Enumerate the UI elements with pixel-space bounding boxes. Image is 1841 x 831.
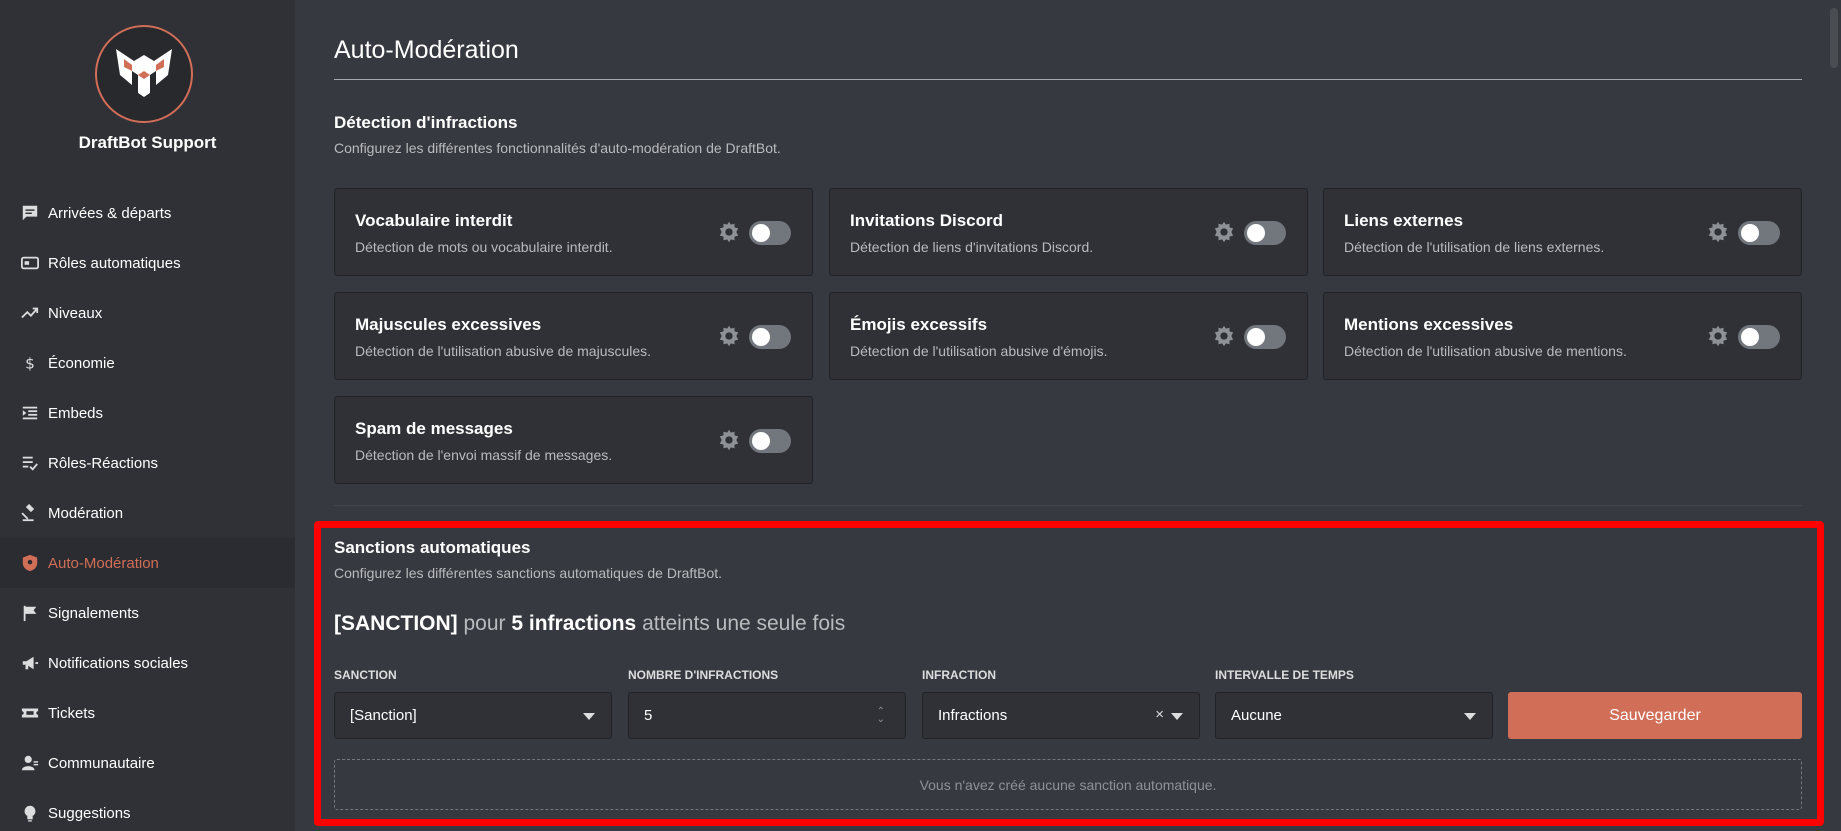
sidebar-item-label: Notifications sociales [48, 654, 189, 672]
lightbulb-icon [20, 803, 40, 823]
gear-icon[interactable] [1707, 325, 1729, 347]
server-logo [95, 25, 193, 123]
page-title: Auto-Modération [334, 36, 519, 64]
sidebar-item-notifications-sociales[interactable]: Notifications sociales [0, 638, 295, 688]
toggle-knob [752, 328, 770, 346]
sidebar-item-label: Rôles-Réactions [48, 454, 159, 472]
sidebar-item-niveaux[interactable]: Niveaux [0, 288, 295, 338]
card-title: Mentions excessives [1344, 315, 1514, 334]
card-title: Invitations Discord [850, 211, 1004, 230]
sidebar-item-label: Embeds [48, 404, 104, 422]
users-icon [20, 753, 40, 773]
chat-icon [20, 203, 40, 223]
sidebar-item-label: Tickets [48, 704, 95, 722]
trend-up-icon [20, 303, 40, 323]
gear-icon[interactable] [718, 429, 740, 451]
gavel-icon [20, 503, 40, 523]
sidebar-item-label: Modération [48, 504, 124, 522]
svg-text:$: $ [25, 354, 35, 372]
detection-section-title: Détection d'infractions [334, 113, 518, 132]
card-description: Détection de l'utilisation abusive d'émo… [850, 343, 1108, 359]
server-name: DraftBot Support [78, 133, 217, 152]
sidebar-item-label: Signalements [48, 604, 139, 622]
gear-icon[interactable] [718, 325, 740, 347]
module-card-emojis-excessifs: Émojis excessifs Détection de l'utilisat… [829, 292, 1308, 380]
card-title: Majuscules excessives [355, 315, 542, 334]
sidebar-item-label: Suggestions [48, 804, 131, 822]
gear-icon[interactable] [718, 221, 740, 243]
sidebar-item-economie[interactable]: $ Économie [0, 338, 295, 388]
card-description: Détection de l'envoi massif de messages. [355, 447, 613, 463]
sidebar-item-auto-moderation[interactable]: Auto-Modération [0, 538, 295, 588]
module-toggle[interactable] [1244, 325, 1286, 349]
toggle-knob [1247, 224, 1265, 242]
sidebar-item-label: Auto-Modération [48, 554, 159, 572]
card-description: Détection de mots ou vocabulaire interdi… [355, 239, 613, 255]
module-toggle[interactable] [749, 325, 791, 349]
card-title: Liens externes [1344, 211, 1464, 230]
sidebar-item-label: Communautaire [48, 754, 155, 772]
sidebar-item-communautaire[interactable]: Communautaire [0, 738, 295, 788]
title-divider [334, 79, 1802, 80]
sidebar-item-moderation[interactable]: Modération [0, 488, 295, 538]
module-card-mentions-excessives: Mentions excessives Détection de l'utili… [1323, 292, 1802, 380]
gear-icon[interactable] [1213, 221, 1235, 243]
sidebar-item-suggestions[interactable]: Suggestions [0, 788, 295, 831]
module-toggle[interactable] [749, 429, 791, 453]
sidebar-item-label: Niveaux [48, 304, 103, 322]
main-content: Auto-Modération Détection d'infractions … [295, 0, 1841, 831]
scrollbar[interactable] [1830, 8, 1838, 68]
module-card-majuscules-excessives: Majuscules excessives Détection de l'uti… [334, 292, 813, 380]
ticket-icon [20, 703, 40, 723]
card-title: Spam de messages [355, 419, 513, 438]
shield-icon [20, 553, 40, 573]
sidebar-item-label: Économie [48, 354, 115, 372]
sidebar-item-roles-automatiques[interactable]: Rôles automatiques [0, 238, 295, 288]
sidebar: DraftBot Support Arrivées & départs Rôle… [0, 0, 295, 831]
sidebar-item-tickets[interactable]: Tickets [0, 688, 295, 738]
megaphone-icon [20, 653, 40, 673]
card-title: Vocabulaire interdit [355, 211, 513, 230]
sidebar-item-label: Arrivées & départs [48, 204, 172, 222]
gear-icon[interactable] [1707, 221, 1729, 243]
sidebar-item-roles-reactions[interactable]: Rôles-Réactions [0, 438, 295, 488]
toggle-knob [1247, 328, 1265, 346]
sidebar-item-arrivees-departs[interactable]: Arrivées & départs [0, 188, 295, 238]
module-toggle[interactable] [1738, 325, 1780, 349]
toggle-knob [1741, 328, 1759, 346]
id-card-icon [20, 253, 40, 273]
card-title: Émojis excessifs [850, 315, 988, 334]
card-description: Détection de liens d'invitations Discord… [850, 239, 1094, 255]
flag-icon [20, 603, 40, 623]
module-toggle[interactable] [749, 221, 791, 245]
module-toggle[interactable] [1738, 221, 1780, 245]
sidebar-nav: Arrivées & départs Rôles automatiques Ni… [0, 188, 295, 831]
toggle-knob [1741, 224, 1759, 242]
module-card-liens-externes: Liens externes Détection de l'utilisatio… [1323, 188, 1802, 276]
sidebar-item-label: Rôles automatiques [48, 254, 181, 272]
toggle-knob [752, 432, 770, 450]
toggle-knob [752, 224, 770, 242]
sidebar-item-signalements[interactable]: Signalements [0, 588, 295, 638]
module-card-invitations-discord: Invitations Discord Détection de liens d… [829, 188, 1308, 276]
card-description: Détection de l'utilisation abusive de ma… [355, 343, 652, 359]
card-description: Détection de l'utilisation de liens exte… [1344, 239, 1605, 255]
indent-icon [20, 403, 40, 423]
dollar-icon: $ [20, 353, 40, 373]
section-divider [334, 505, 1802, 506]
detection-section-description: Configurez les différentes fonctionnalit… [334, 140, 781, 156]
module-toggle[interactable] [1244, 221, 1286, 245]
module-card-spam-de-messages: Spam de messages Détection de l'envoi ma… [334, 396, 813, 484]
highlight-box [314, 521, 1824, 826]
module-card-vocabulaire-interdit: Vocabulaire interdit Détection de mots o… [334, 188, 813, 276]
sidebar-item-embeds[interactable]: Embeds [0, 388, 295, 438]
card-description: Détection de l'utilisation abusive de me… [1344, 343, 1627, 359]
list-check-icon [20, 453, 40, 473]
gear-icon[interactable] [1213, 325, 1235, 347]
